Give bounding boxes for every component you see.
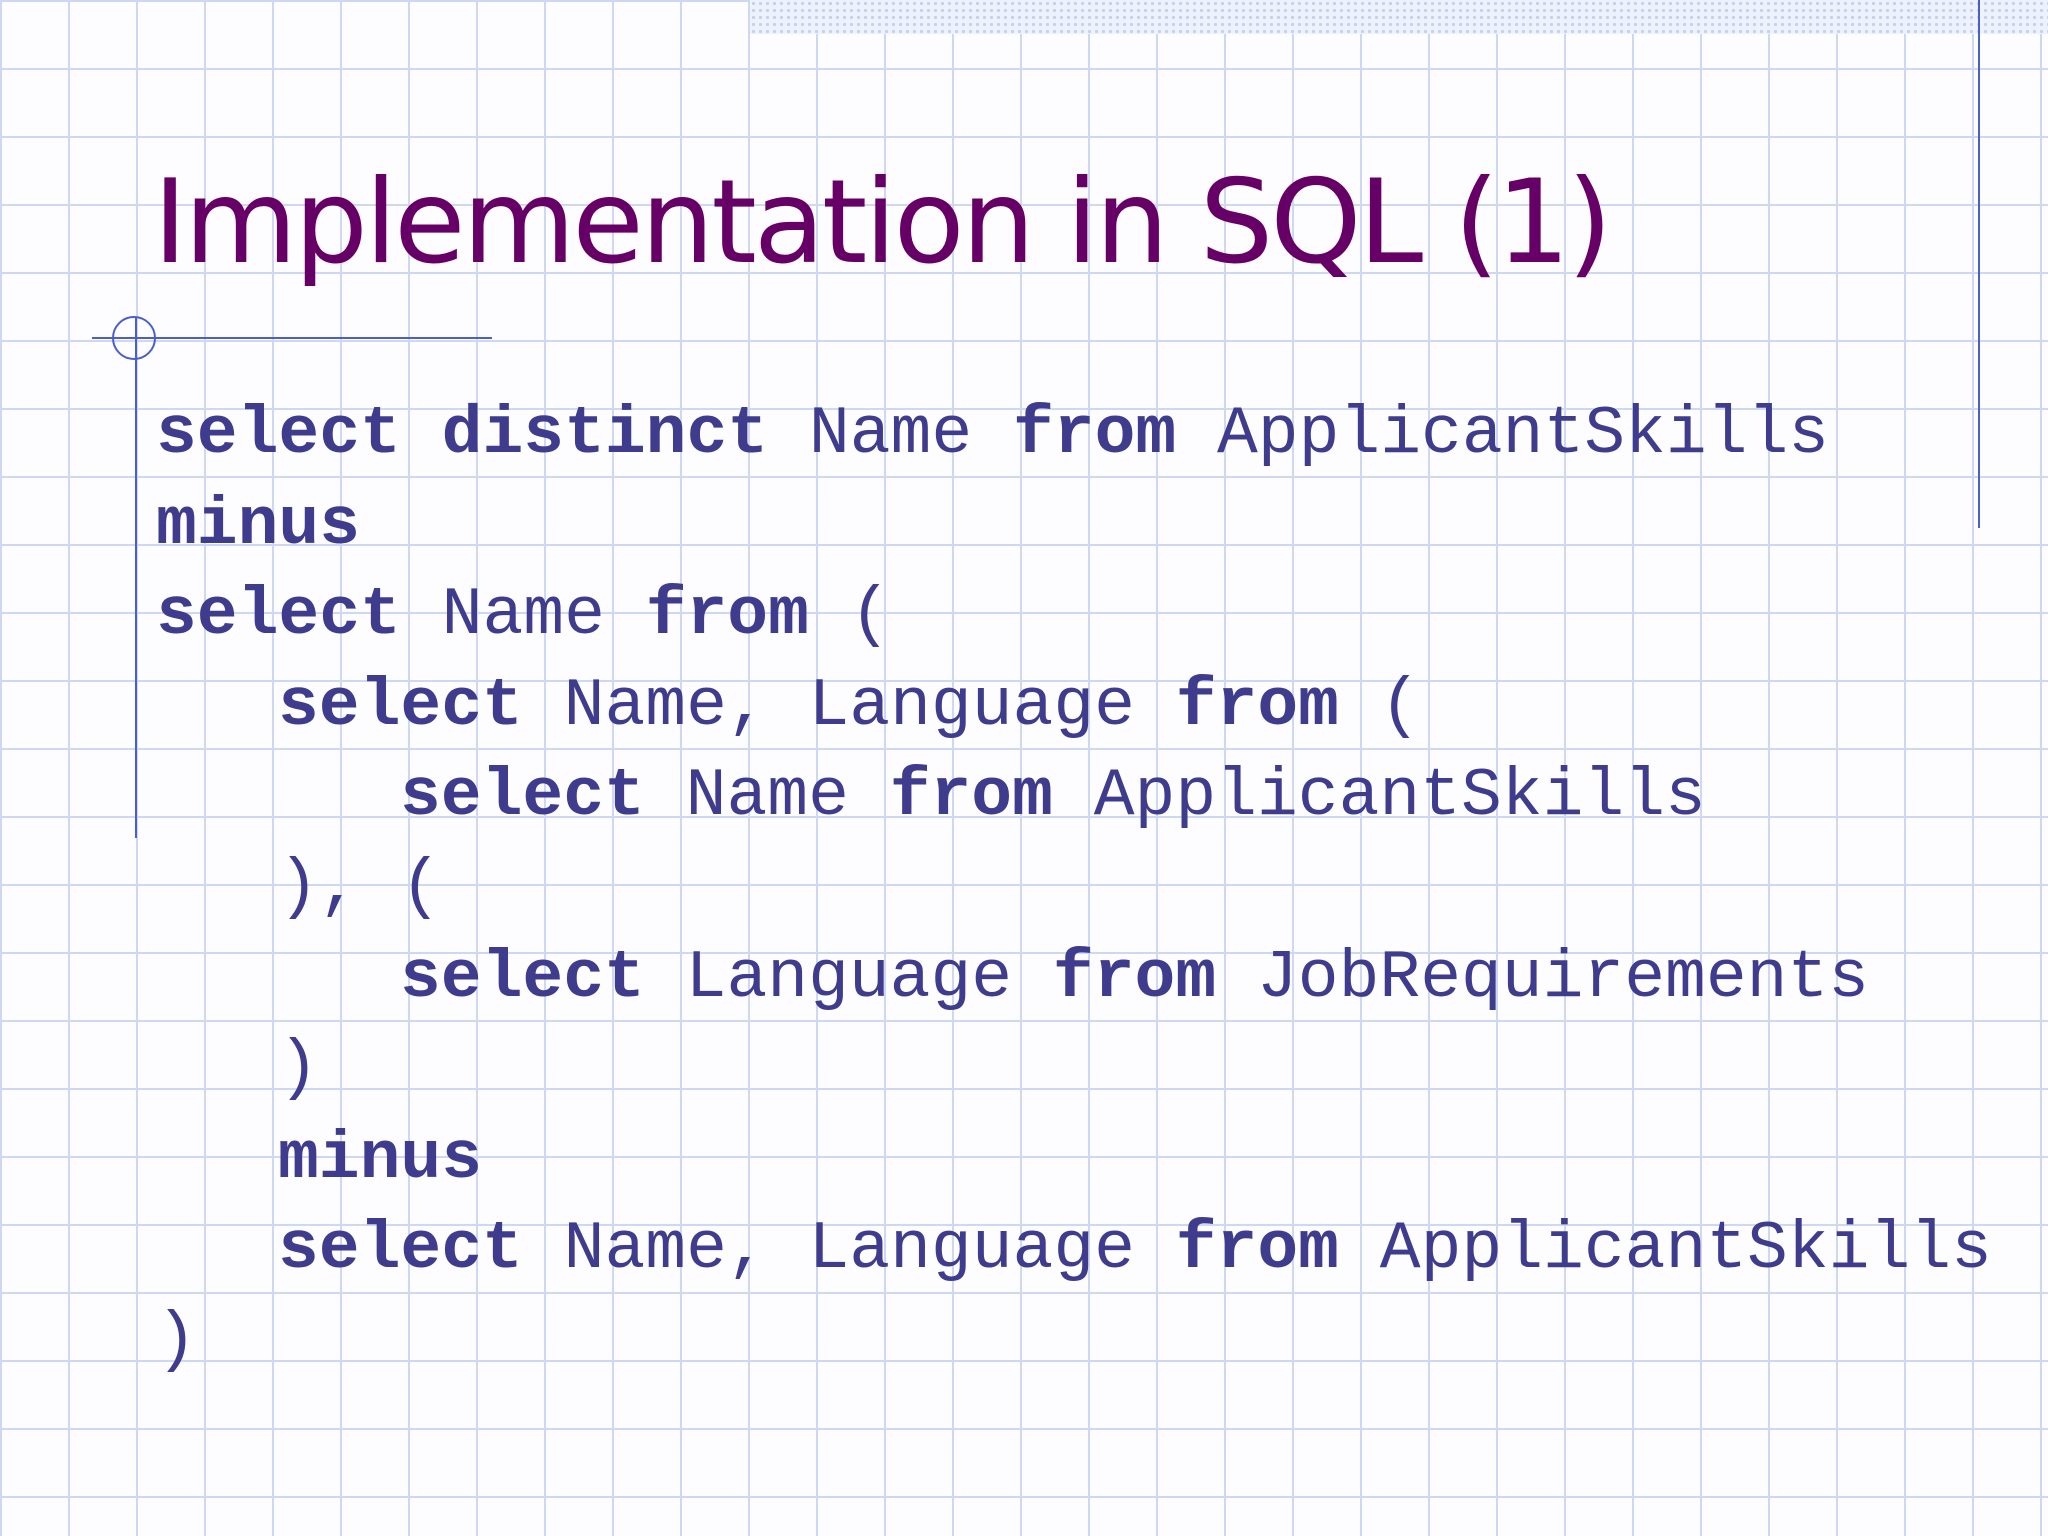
code-line: ) (156, 1296, 1992, 1387)
sql-text: JobRequirements (1216, 939, 1870, 1017)
sql-keyword: select distinct (156, 396, 769, 473)
sql-keyword: from (889, 758, 1053, 836)
sql-keyword: from (645, 577, 809, 655)
sql-keyword: minus (156, 486, 361, 564)
sql-keyword: select (278, 1211, 523, 1289)
sql-text: ( (808, 577, 891, 655)
sql-keyword: from (1052, 939, 1217, 1017)
code-line: select Language from JobRequirements (156, 934, 1992, 1025)
sql-text: ) (156, 1301, 197, 1379)
slide-title: Implementation in SQL (1) (153, 155, 1612, 290)
sql-text: Language (644, 939, 1053, 1017)
left-vertical-rule (135, 318, 137, 838)
sql-keyword: select (156, 577, 401, 655)
sql-text: ApplicantSkills (1338, 1211, 1992, 1289)
sql-text: ( (1338, 667, 1421, 745)
sql-text: Name (400, 577, 646, 655)
top-decorative-band (750, 0, 2048, 34)
sql-text: Name, Language (522, 1211, 1176, 1289)
sql-keyword: from (1175, 1211, 1339, 1289)
sql-text: ), ( (278, 848, 442, 926)
code-line: select Name, Language from ApplicantSkil… (156, 1205, 1992, 1296)
sql-text: ApplicantSkills (1176, 396, 1830, 473)
code-line: select Name from ApplicantSkills (156, 752, 1992, 843)
sql-keyword: from (1012, 396, 1177, 473)
code-line: select distinct Name from ApplicantSkill… (156, 390, 1992, 481)
sql-text: ApplicantSkills (1052, 758, 1706, 836)
sql-text: Name (768, 396, 1013, 473)
code-line: ), ( (156, 843, 1992, 934)
code-line: select Name from ( (156, 571, 1992, 662)
code-line: minus (156, 481, 1992, 572)
slide: Implementation in SQL (1) select distinc… (0, 0, 2048, 1536)
sql-keyword: minus (278, 1120, 483, 1198)
sql-text: ) (278, 1030, 319, 1108)
sql-keyword: select (400, 758, 645, 836)
crosshair-ring-ornament (112, 316, 156, 360)
sql-keyword: from (1175, 667, 1339, 745)
sql-text: Name (644, 758, 890, 836)
sql-keyword: select (278, 667, 523, 745)
code-line: minus (156, 1115, 1992, 1206)
code-line: ) (156, 1024, 1992, 1115)
sql-code-block: select distinct Name from ApplicantSkill… (156, 390, 1992, 1387)
sql-keyword: select (400, 939, 645, 1017)
code-line: select Name, Language from ( (156, 662, 1992, 753)
sql-text: Name, Language (522, 667, 1176, 745)
